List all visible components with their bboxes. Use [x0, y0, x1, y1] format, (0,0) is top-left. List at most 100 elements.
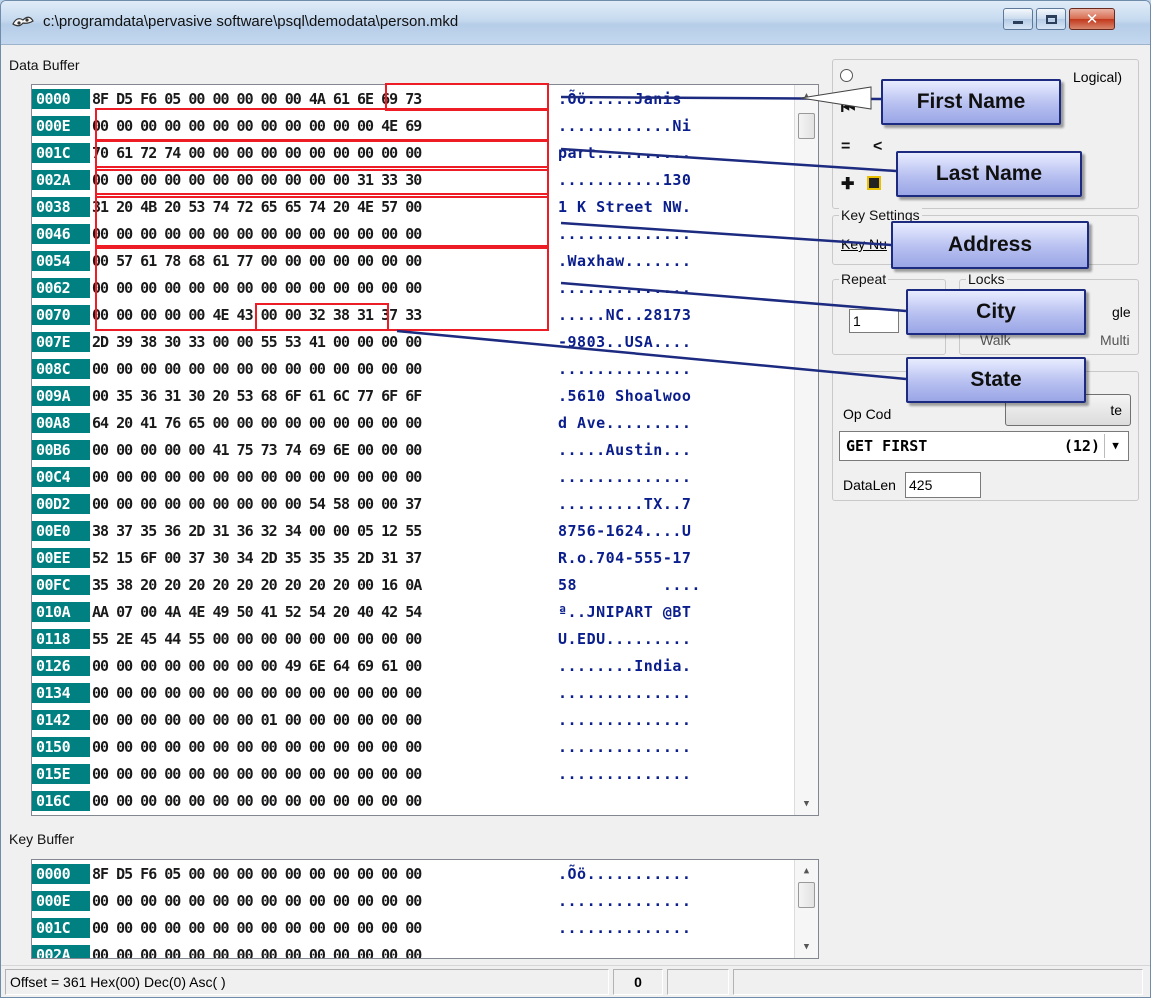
row-ascii[interactable]: ..............	[558, 762, 691, 786]
row-hex[interactable]: 00 00 00 00 00 4E 43 00 00 32 38 31 37 3…	[92, 303, 422, 327]
data_buffer-row[interactable]: 00C4 00 00 00 00 00 00 00 00 00 00 00 00 …	[32, 465, 792, 489]
key-scroll-thumb[interactable]	[798, 882, 815, 908]
key-buffer-scrollbar[interactable]: ▲ ▼	[794, 860, 818, 958]
row-hex[interactable]: 8F D5 F6 05 00 00 00 00 00 4A 61 6E 69 7…	[92, 87, 422, 111]
row-hex[interactable]: 35 38 20 20 20 20 20 20 20 20 20 00 16 0…	[92, 573, 422, 597]
first-record-icon[interactable]: ⏮	[841, 100, 855, 118]
row-ascii[interactable]: R.o.704-555-17	[558, 546, 691, 570]
data_buffer-row[interactable]: 00D2 00 00 00 00 00 00 00 00 00 54 58 00 …	[32, 492, 792, 516]
row-ascii[interactable]: ..............	[558, 276, 691, 300]
row-ascii[interactable]: 1 K Street NW.	[558, 195, 691, 219]
row-hex[interactable]: 00 00 00 00 00 41 75 73 74 69 6E 00 00 0…	[92, 438, 422, 462]
row-hex[interactable]: 8F D5 F6 05 00 00 00 00 00 00 00 00 00 0…	[92, 862, 422, 886]
data_buffer-row[interactable]: 002A 00 00 00 00 00 00 00 00 00 00 00 31 …	[32, 168, 792, 192]
repeat-count-input[interactable]: 1	[849, 309, 899, 333]
scroll-up-icon[interactable]: ▲	[795, 87, 818, 105]
row-ascii[interactable]: .5610 Shoalwoo	[558, 384, 691, 408]
data_buffer-row[interactable]: 015E 00 00 00 00 00 00 00 00 00 00 00 00 …	[32, 762, 792, 786]
data-buffer-view[interactable]: ▲ ▼ 0000 8F D5 F6 05 00 00 00 00 00 4A 61…	[31, 84, 819, 816]
key_buffer-row[interactable]: 000E 00 00 00 00 00 00 00 00 00 00 00 00 …	[32, 889, 792, 913]
data_buffer-row[interactable]: 00EE 52 15 6F 00 37 30 34 2D 35 35 35 2D …	[32, 546, 792, 570]
maximize-button[interactable]	[1036, 8, 1066, 30]
row-ascii[interactable]: .Õö.....Janis	[558, 87, 682, 111]
row-hex[interactable]: 00 00 00 00 00 00 00 00 00 00 00 00 4E 6…	[92, 114, 422, 138]
data_buffer-row[interactable]: 0150 00 00 00 00 00 00 00 00 00 00 00 00 …	[32, 735, 792, 759]
key_buffer-row[interactable]: 001C 00 00 00 00 00 00 00 00 00 00 00 00 …	[32, 916, 792, 940]
row-hex[interactable]: 00 00 00 00 00 00 00 00 00 00 00 00 00 0…	[92, 762, 422, 786]
row-hex[interactable]: 00 00 00 00 00 00 00 00 00 00 00 00 00 0…	[92, 681, 422, 705]
key-scroll-up-icon[interactable]: ▲	[795, 862, 818, 880]
row-hex[interactable]: 00 00 00 00 00 00 00 00 00 00 00 00 00 0…	[92, 357, 422, 381]
row-hex[interactable]: 00 00 00 00 00 00 00 00 00 54 58 00 00 3…	[92, 492, 422, 516]
data_buffer-row[interactable]: 016C 00 00 00 00 00 00 00 00 00 00 00 00 …	[32, 789, 792, 813]
data_buffer-row[interactable]: 0038 31 20 4B 20 53 74 72 65 65 74 20 4E …	[32, 195, 792, 219]
insert-icon[interactable]: ✚	[841, 174, 854, 194]
data_buffer-row[interactable]: 0046 00 00 00 00 00 00 00 00 00 00 00 00 …	[32, 222, 792, 246]
equal-icon[interactable]: =	[841, 138, 850, 156]
key_buffer-row[interactable]: 0000 8F D5 F6 05 00 00 00 00 00 00 00 00 …	[32, 862, 792, 886]
row-ascii[interactable]: .Õö...........	[558, 862, 691, 886]
row-hex[interactable]: AA 07 00 4A 4E 49 50 41 52 54 20 40 42 5…	[92, 600, 422, 624]
row-hex[interactable]: 31 20 4B 20 53 74 72 65 65 74 20 4E 57 0…	[92, 195, 422, 219]
row-hex[interactable]: 00 00 00 00 00 00 00 00 00 00 00 00 00 0…	[92, 465, 422, 489]
data_buffer-row[interactable]: 00A8 64 20 41 76 65 00 00 00 00 00 00 00 …	[32, 411, 792, 435]
row-ascii[interactable]: ..............	[558, 889, 691, 913]
data_buffer-row[interactable]: 0070 00 00 00 00 00 4E 43 00 00 32 38 31 …	[32, 303, 792, 327]
row-ascii[interactable]: 8756-1624....U	[558, 519, 691, 543]
row-ascii[interactable]: ª..JNIPART @BT	[558, 600, 691, 624]
close-button[interactable]: ✕	[1069, 8, 1115, 30]
key-buffer-view[interactable]: ▲ ▼ 0000 8F D5 F6 05 00 00 00 00 00 00 00…	[31, 859, 819, 959]
row-ascii[interactable]: .Waxhaw.......	[558, 249, 691, 273]
data_buffer-row[interactable]: 0062 00 00 00 00 00 00 00 00 00 00 00 00 …	[32, 276, 792, 300]
key-scroll-down-icon[interactable]: ▼	[795, 938, 818, 956]
row-hex[interactable]: 64 20 41 76 65 00 00 00 00 00 00 00 00 0…	[92, 411, 422, 435]
row-ascii[interactable]: part..........	[558, 141, 691, 165]
minimize-button[interactable]	[1003, 8, 1033, 30]
row-hex[interactable]: 52 15 6F 00 37 30 34 2D 35 35 35 2D 31 3…	[92, 546, 422, 570]
scroll-thumb[interactable]	[798, 113, 815, 139]
data_buffer-row[interactable]: 00B6 00 00 00 00 00 41 75 73 74 69 6E 00 …	[32, 438, 792, 462]
row-hex[interactable]: 55 2E 45 44 55 00 00 00 00 00 00 00 00 0…	[92, 627, 422, 651]
row-ascii[interactable]: ..............	[558, 735, 691, 759]
row-ascii[interactable]: ..............	[558, 465, 691, 489]
row-ascii[interactable]: .....Austin...	[558, 438, 691, 462]
row-ascii[interactable]: ..............	[558, 681, 691, 705]
row-ascii[interactable]: 58 ....	[558, 573, 701, 597]
row-hex[interactable]: 00 57 61 78 68 61 77 00 00 00 00 00 00 0…	[92, 249, 422, 273]
data_buffer-row[interactable]: 008C 00 00 00 00 00 00 00 00 00 00 00 00 …	[32, 357, 792, 381]
data_buffer-row[interactable]: 0118 55 2E 45 44 55 00 00 00 00 00 00 00 …	[32, 627, 792, 651]
data_buffer-row[interactable]: 00FC 35 38 20 20 20 20 20 20 20 20 20 00 …	[32, 573, 792, 597]
save-icon[interactable]	[867, 176, 881, 190]
data_buffer-row[interactable]: 0142 00 00 00 00 00 00 00 01 00 00 00 00 …	[32, 708, 792, 732]
row-hex[interactable]: 00 00 00 00 00 00 00 00 00 00 00 00 00 0…	[92, 735, 422, 759]
row-hex[interactable]: 00 35 36 31 30 20 53 68 6F 61 6C 77 6F 6…	[92, 384, 422, 408]
row-hex[interactable]: 00 00 00 00 00 00 00 00 00 00 00 00 00 0…	[92, 276, 422, 300]
scroll-down-icon[interactable]: ▼	[795, 795, 818, 813]
row-hex[interactable]: 38 37 35 36 2D 31 36 32 34 00 00 05 12 5…	[92, 519, 422, 543]
row-ascii[interactable]: -9803..USA....	[558, 330, 691, 354]
data_buffer-row[interactable]: 0000 8F D5 F6 05 00 00 00 00 00 4A 61 6E …	[32, 87, 792, 111]
data_buffer-row[interactable]: 001C 70 61 72 74 00 00 00 00 00 00 00 00 …	[32, 141, 792, 165]
row-ascii[interactable]: ..............	[558, 708, 691, 732]
row-ascii[interactable]: ..............	[558, 222, 691, 246]
row-hex[interactable]: 00 00 00 00 00 00 00 00 00 00 00 00 00 0…	[92, 916, 422, 940]
row-ascii[interactable]: U.EDU.........	[558, 627, 691, 651]
row-hex[interactable]: 00 00 00 00 00 00 00 00 00 00 00 31 33 3…	[92, 168, 422, 192]
less-icon[interactable]: <	[873, 138, 882, 156]
data_buffer-row[interactable]: 007E 2D 39 38 30 33 00 00 55 53 41 00 00 …	[32, 330, 792, 354]
data_buffer-row[interactable]: 0126 00 00 00 00 00 00 00 00 49 6E 64 69 …	[32, 654, 792, 678]
datalen-input[interactable]: 425	[905, 472, 981, 498]
row-hex[interactable]: 00 00 00 00 00 00 00 00 49 6E 64 69 61 0…	[92, 654, 422, 678]
row-ascii[interactable]: .....NC..28173	[558, 303, 691, 327]
data_buffer-row[interactable]: 010A AA 07 00 4A 4E 49 50 41 52 54 20 40 …	[32, 600, 792, 624]
operation-select[interactable]: GET FIRST (12) ▼	[839, 431, 1129, 461]
data_buffer-row[interactable]: 000E 00 00 00 00 00 00 00 00 00 00 00 00 …	[32, 114, 792, 138]
data_buffer-row[interactable]: 009A 00 35 36 31 30 20 53 68 6F 61 6C 77 …	[32, 384, 792, 408]
row-hex[interactable]: 00 00 00 00 00 00 00 00 00 00 00 00 00 0…	[92, 889, 422, 913]
row-ascii[interactable]: d Ave.........	[558, 411, 691, 435]
data_buffer-row[interactable]: 0054 00 57 61 78 68 61 77 00 00 00 00 00 …	[32, 249, 792, 273]
row-ascii[interactable]: ..............	[558, 357, 691, 381]
row-hex[interactable]: 00 00 00 00 00 00 00 01 00 00 00 00 00 0…	[92, 708, 422, 732]
data_buffer-row[interactable]: 00E0 38 37 35 36 2D 31 36 32 34 00 00 05 …	[32, 519, 792, 543]
row-ascii[interactable]: ............Ni	[558, 114, 691, 138]
